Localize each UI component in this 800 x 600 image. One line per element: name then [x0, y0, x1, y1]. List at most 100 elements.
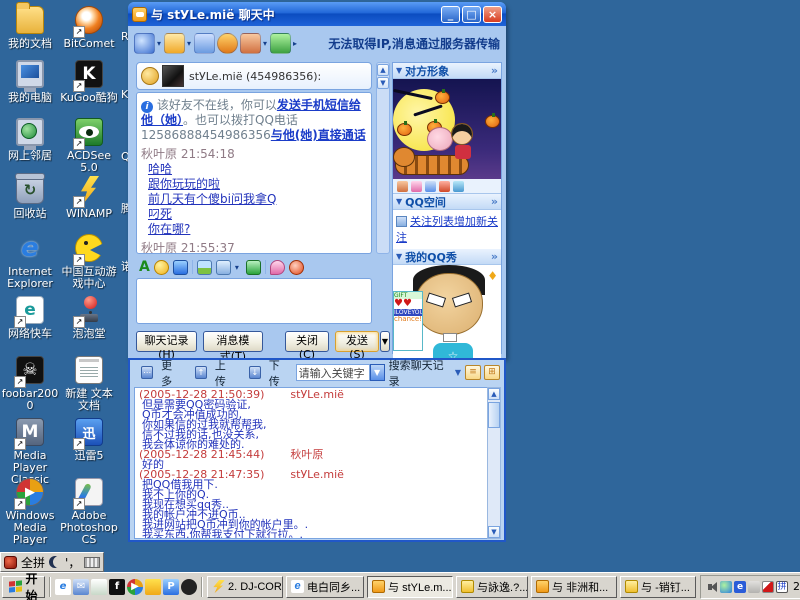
- peer-avatar[interactable]: [162, 65, 184, 87]
- quick-winamp-icon[interactable]: [145, 579, 161, 595]
- quick-app-icon[interactable]: [181, 579, 197, 595]
- quick-show-desktop-icon[interactable]: [91, 579, 107, 595]
- minimize-button[interactable]: _: [441, 6, 460, 23]
- list-view-icon[interactable]: ≡: [465, 365, 481, 380]
- shake-window-icon[interactable]: [289, 260, 304, 275]
- screen-capture-icon[interactable]: [216, 260, 231, 275]
- desktop-icon-thunder5[interactable]: 迅迅雷5: [60, 416, 118, 462]
- close-chat-button[interactable]: 关闭(C): [285, 331, 329, 352]
- pen-tray-icon[interactable]: [762, 581, 774, 593]
- video-chat-dropdown[interactable]: ▾: [157, 39, 161, 48]
- desktop-icon-kugoo[interactable]: KKuGoo酷狗: [60, 58, 118, 104]
- quick-wmp-icon[interactable]: ▶: [127, 579, 143, 595]
- file-transfer-dropdown[interactable]: ▾: [187, 39, 191, 48]
- peer-image-header[interactable]: ▼ 对方形象 »: [393, 63, 501, 79]
- font-icon[interactable]: A: [139, 259, 150, 275]
- task-chat-feizhou[interactable]: 与 非洲和...: [531, 576, 617, 598]
- download-button[interactable]: ↓下传: [242, 355, 292, 391]
- qqshow-refresh-icon[interactable]: [425, 181, 436, 192]
- start-button[interactable]: 开始: [2, 576, 45, 598]
- my-qqshow-header[interactable]: ▼ 我的QQ秀 »: [393, 249, 501, 265]
- desktop-icon-china-game-center[interactable]: 中国互动游戏中心: [60, 232, 118, 290]
- quick-ie-icon[interactable]: e: [55, 579, 71, 595]
- task-winamp[interactable]: 2. DJ-COR...: [207, 576, 283, 598]
- network-tray-icon[interactable]: [748, 581, 760, 593]
- qqshow-edit-icon[interactable]: [453, 181, 464, 192]
- task-chat-style[interactable]: 与 stYLe.m...: [367, 576, 453, 598]
- punctuation-toggle[interactable]: '，: [65, 554, 80, 571]
- mobile-message-icon[interactable]: [194, 33, 215, 54]
- collapse-icon[interactable]: ▼: [396, 252, 402, 261]
- desktop-icon-network-places[interactable]: 网上邻居: [1, 116, 59, 162]
- combo-dropdown-icon[interactable]: ▼: [370, 364, 385, 381]
- desktop-icon-new-text-document[interactable]: 新建 文本文档: [60, 354, 118, 412]
- expand-icon[interactable]: »: [491, 64, 498, 77]
- message-mode-icon[interactable]: [270, 260, 285, 275]
- expand-icon[interactable]: »: [491, 195, 498, 208]
- flashget-tray-icon[interactable]: e: [734, 581, 746, 593]
- qq-game-icon[interactable]: [270, 33, 291, 54]
- scroll-up-button[interactable]: ▲: [488, 388, 500, 400]
- music-share-icon[interactable]: [217, 33, 238, 54]
- qzone-header[interactable]: ▼ QQ空间 »: [393, 194, 501, 210]
- desktop-icon-paopaotang[interactable]: 泡泡堂: [60, 294, 118, 340]
- toolbar-expand-arrow[interactable]: ▸: [293, 39, 297, 48]
- qzone-follow-link[interactable]: 关注列表增加新关注: [396, 215, 498, 244]
- upload-button[interactable]: ↑上传: [188, 355, 238, 391]
- desktop-icon-foobar2000[interactable]: ☠foobar2000: [1, 354, 59, 412]
- chat-history-button[interactable]: 聊天记录(H): [136, 331, 197, 352]
- desktop-icon-my-computer[interactable]: 我的电脑: [1, 58, 59, 104]
- direct-call-link[interactable]: 与他(她)直接通话: [271, 128, 366, 142]
- emoticon-icon[interactable]: [154, 260, 169, 275]
- close-button[interactable]: ×: [483, 6, 502, 23]
- qqshow-friends-icon[interactable]: [439, 181, 450, 192]
- scroll-up-button[interactable]: ▲: [377, 64, 389, 76]
- scroll-down-button[interactable]: ▼: [377, 77, 389, 89]
- desktop-icon-photoshop[interactable]: Adobe Photoshop CS: [60, 476, 118, 546]
- video-chat-icon[interactable]: [134, 33, 155, 54]
- quick-poco-icon[interactable]: P: [163, 579, 179, 595]
- history-scrollbar[interactable]: ▲ ▼: [487, 387, 501, 539]
- message-scrollbar[interactable]: ▲ ▼: [376, 62, 390, 254]
- soft-keyboard-icon[interactable]: [84, 557, 100, 568]
- half-full-shape-icon[interactable]: [49, 556, 61, 568]
- keyword-combo[interactable]: ▼: [296, 364, 385, 381]
- magic-expression-icon[interactable]: [173, 260, 188, 275]
- ime-logo-icon[interactable]: [4, 556, 17, 569]
- volume-icon[interactable]: [706, 581, 718, 593]
- collapse-icon[interactable]: ▼: [396, 197, 402, 206]
- more-button[interactable]: ⋯更多: [134, 355, 184, 391]
- scrollbar-thumb[interactable]: [488, 402, 500, 428]
- maximize-button[interactable]: □: [462, 6, 481, 23]
- message-area[interactable]: i 该好友不在线，你可以发送手机短信给他（她）。也可以拨打QQ电话1258688…: [136, 92, 372, 254]
- ime-tray-icon[interactable]: 拼: [776, 581, 788, 593]
- task-chat-other[interactable]: 与 -销钉...: [620, 576, 696, 598]
- title-bar[interactable]: 与 stУLe.miё 聊天中 _ □ ×: [128, 2, 506, 26]
- desktop-icon-acdsee[interactable]: ACDSee 5.0: [60, 116, 118, 174]
- search-records-label[interactable]: 搜索聊天记录: [389, 357, 451, 389]
- kugoo-tray-icon[interactable]: [720, 581, 732, 593]
- collapse-icon[interactable]: ▼: [396, 66, 402, 75]
- task-chat-yongyi[interactable]: 与詠逸.?...: [456, 576, 528, 598]
- contacts-icon[interactable]: [240, 33, 261, 54]
- desktop-icon-bitcomet[interactable]: BitComet: [60, 4, 118, 50]
- desktop-icon-flashget[interactable]: e网络快车: [1, 294, 59, 340]
- tree-view-icon[interactable]: ⊞: [484, 365, 500, 380]
- send-image-icon[interactable]: [197, 260, 212, 275]
- file-transfer-icon[interactable]: [164, 33, 185, 54]
- desktop-icon-recycle-bin[interactable]: ↻回收站: [1, 174, 59, 220]
- send-options-dropdown[interactable]: ▼: [380, 331, 390, 352]
- scroll-down-button[interactable]: ▼: [488, 526, 500, 538]
- desktop-icon-internet-explorer[interactable]: eInternet Explorer: [1, 232, 59, 290]
- history-content[interactable]: (2005-12-28 21:50:39)stУLe.miё 但是需要QQ密码验…: [134, 387, 490, 539]
- message-input[interactable]: [136, 278, 372, 324]
- my-avatar[interactable]: [141, 67, 159, 85]
- contacts-dropdown[interactable]: ▾: [263, 39, 267, 48]
- qqshow-dress-icon[interactable]: [411, 181, 422, 192]
- quick-foobar-icon[interactable]: f: [109, 579, 125, 595]
- video-icon[interactable]: [246, 260, 261, 275]
- ime-mode-label[interactable]: 全拼: [21, 554, 45, 571]
- task-ie-page[interactable]: e电白同乡...: [286, 576, 364, 598]
- send-button[interactable]: 发送(S): [335, 331, 379, 352]
- desktop-icon-windows-media-player[interactable]: ▶Windows Media Player: [1, 476, 59, 546]
